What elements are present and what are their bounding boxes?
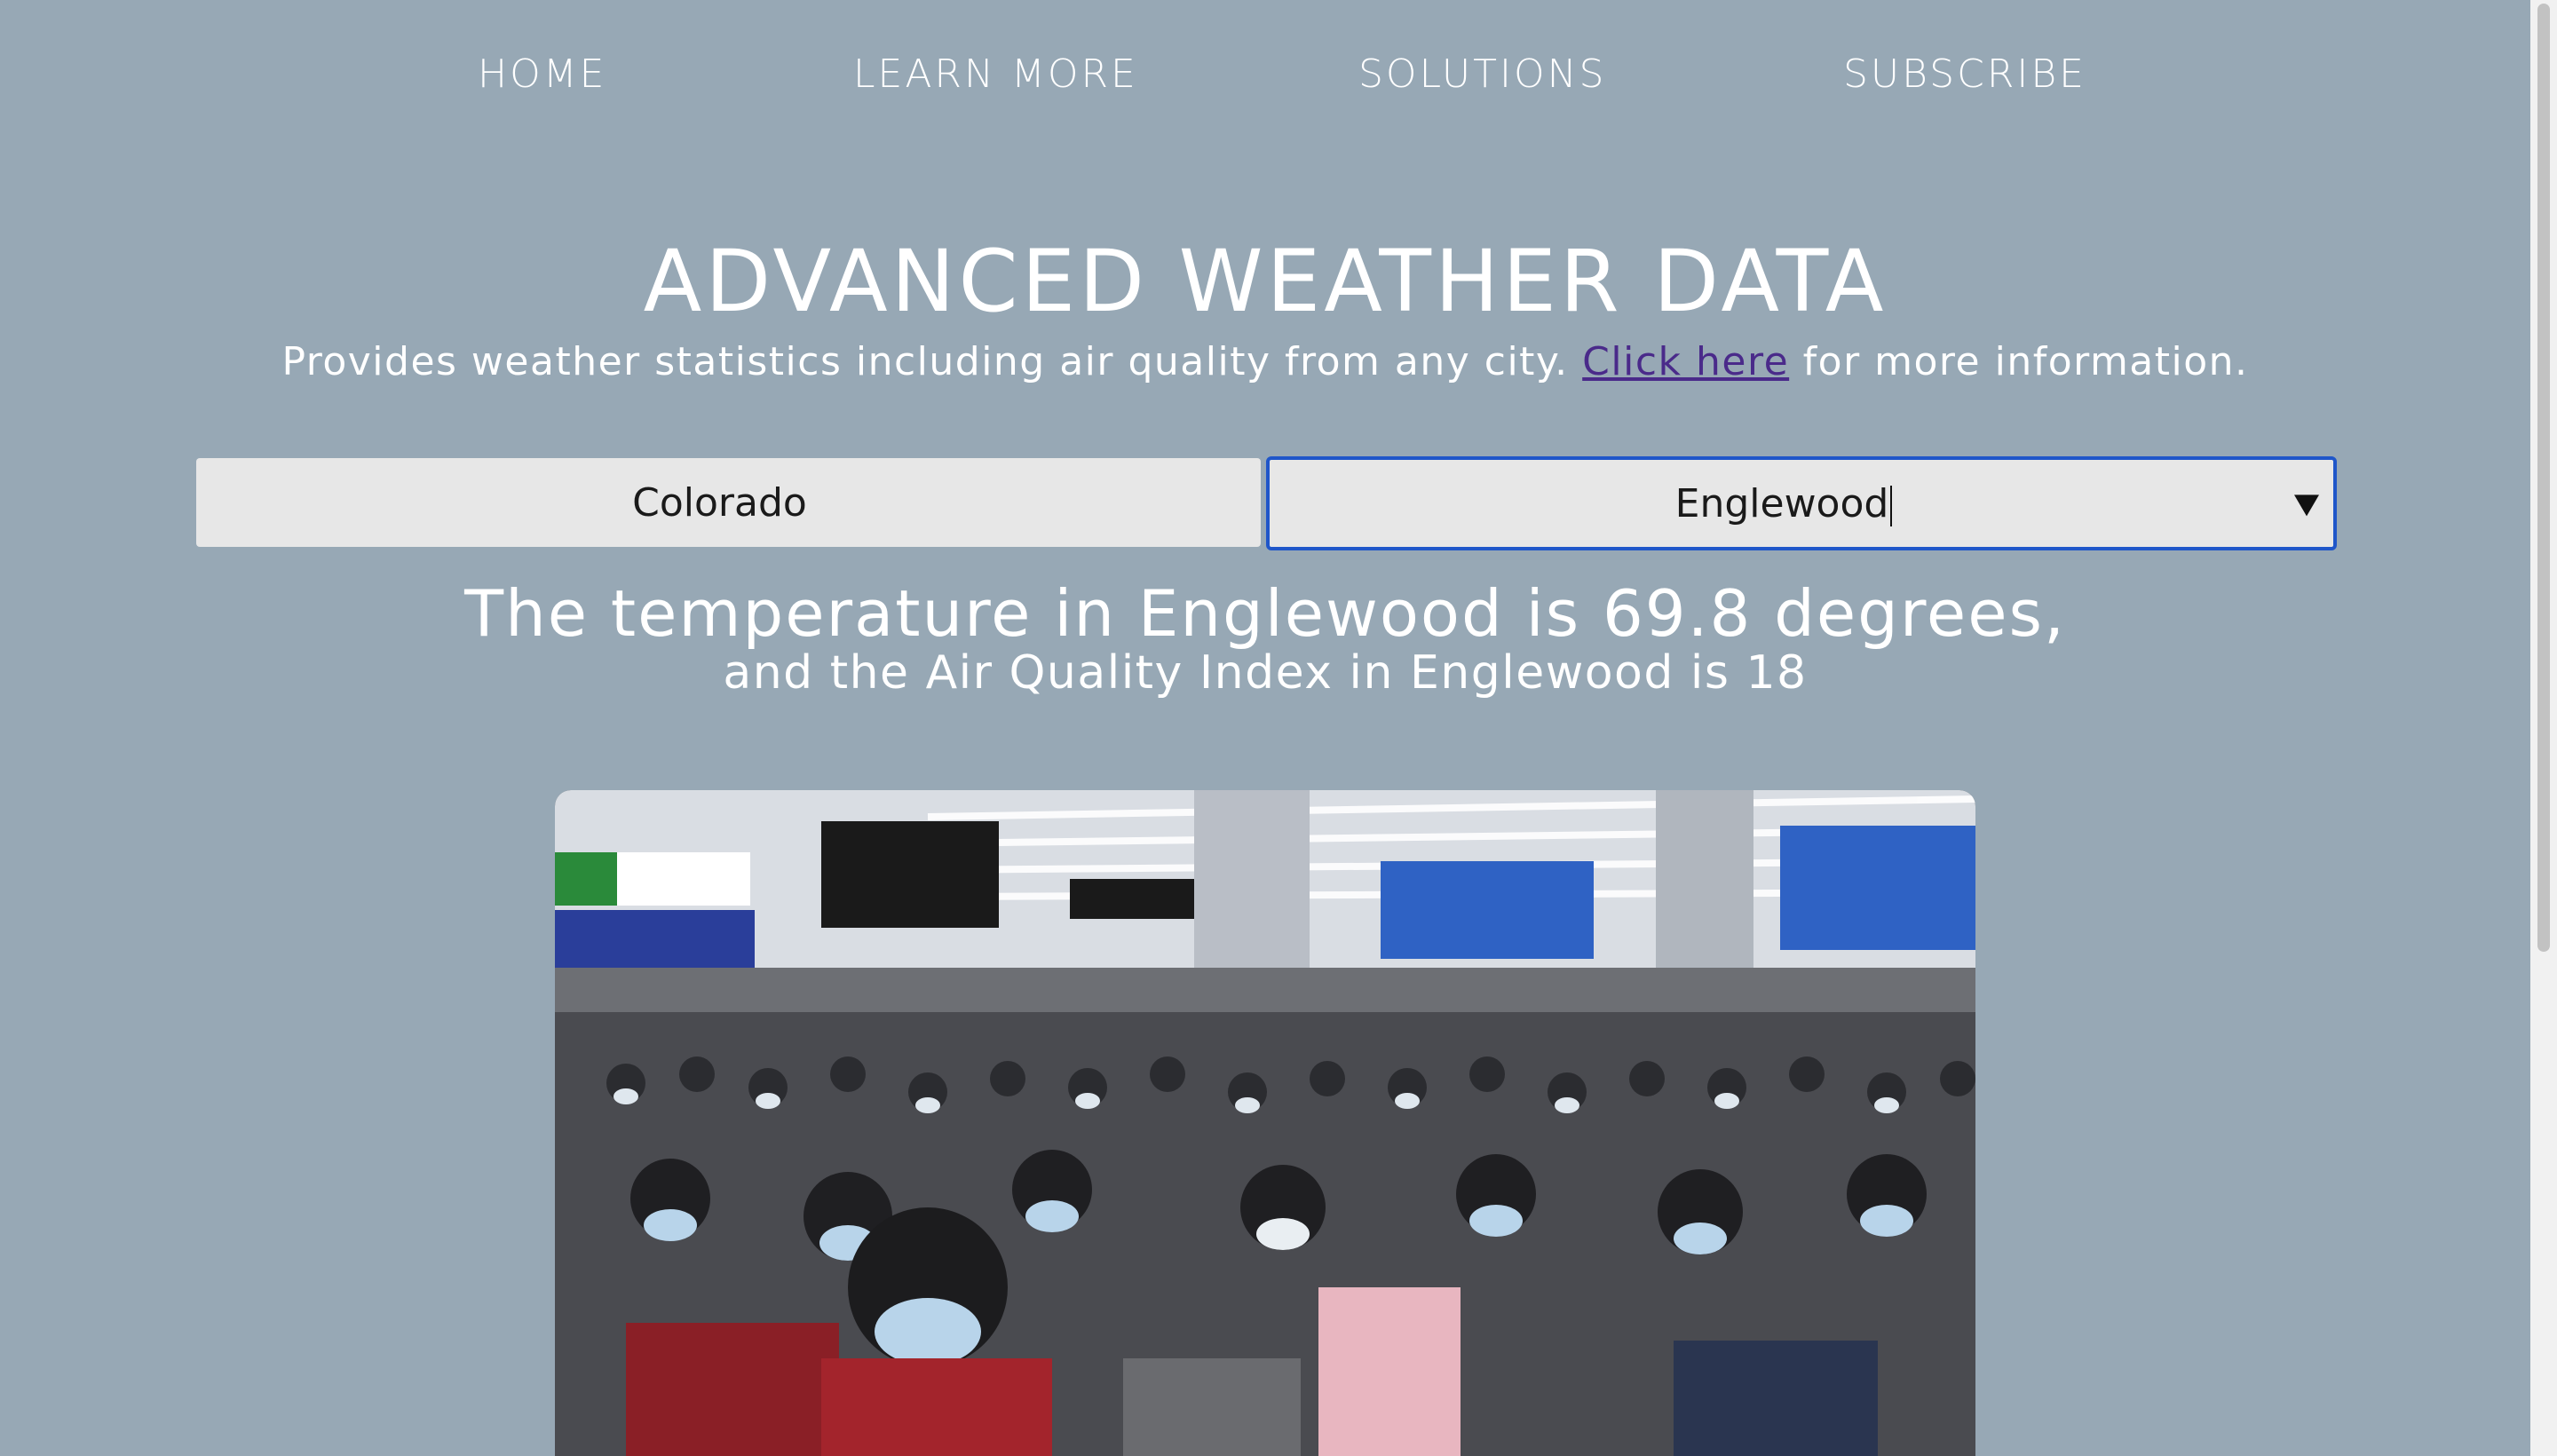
vertical-scrollbar[interactable] [2530, 0, 2557, 1456]
top-nav: HOME LEARN MORE SOLUTIONS SUBSCRIBE [0, 51, 2530, 114]
nav-solutions-link[interactable]: SOLUTIONS [1358, 51, 1606, 97]
nav-learn-more-link[interactable]: LEARN MORE [853, 51, 1138, 97]
subtitle-text-before: Provides weather statistics including ai… [281, 339, 1569, 384]
nav-subscribe-link[interactable]: SUBSCRIBE [1843, 51, 2086, 97]
crowd-photo [555, 790, 1975, 1456]
page-title: ADVANCED WEATHER DATA [643, 232, 1888, 331]
temperature-result: The temperature in Englewood is 69.8 deg… [464, 576, 2066, 651]
state-input[interactable]: Colorado [196, 458, 1261, 547]
page: HOME LEARN MORE SOLUTIONS SUBSCRIBE ADVA… [0, 0, 2557, 1456]
click-here-link[interactable]: Click here [1582, 339, 1789, 384]
city-value: Englewood [1675, 481, 1893, 526]
triangle-down-icon[interactable] [2294, 495, 2319, 517]
state-value: Colorado [632, 479, 807, 526]
city-select[interactable]: Englewood [1266, 456, 2337, 550]
text-caret [1890, 485, 1893, 526]
scrollbar-thumb[interactable] [2537, 4, 2550, 952]
subtitle-text-after: for more information. [1802, 339, 2249, 384]
nav-home-link[interactable]: HOME [478, 51, 606, 97]
page-subtitle: Provides weather statistics including ai… [0, 336, 2530, 389]
crowd-photo-illustration [555, 790, 1975, 1456]
air-quality-result: and the Air Quality Index in Englewood i… [723, 646, 1808, 700]
